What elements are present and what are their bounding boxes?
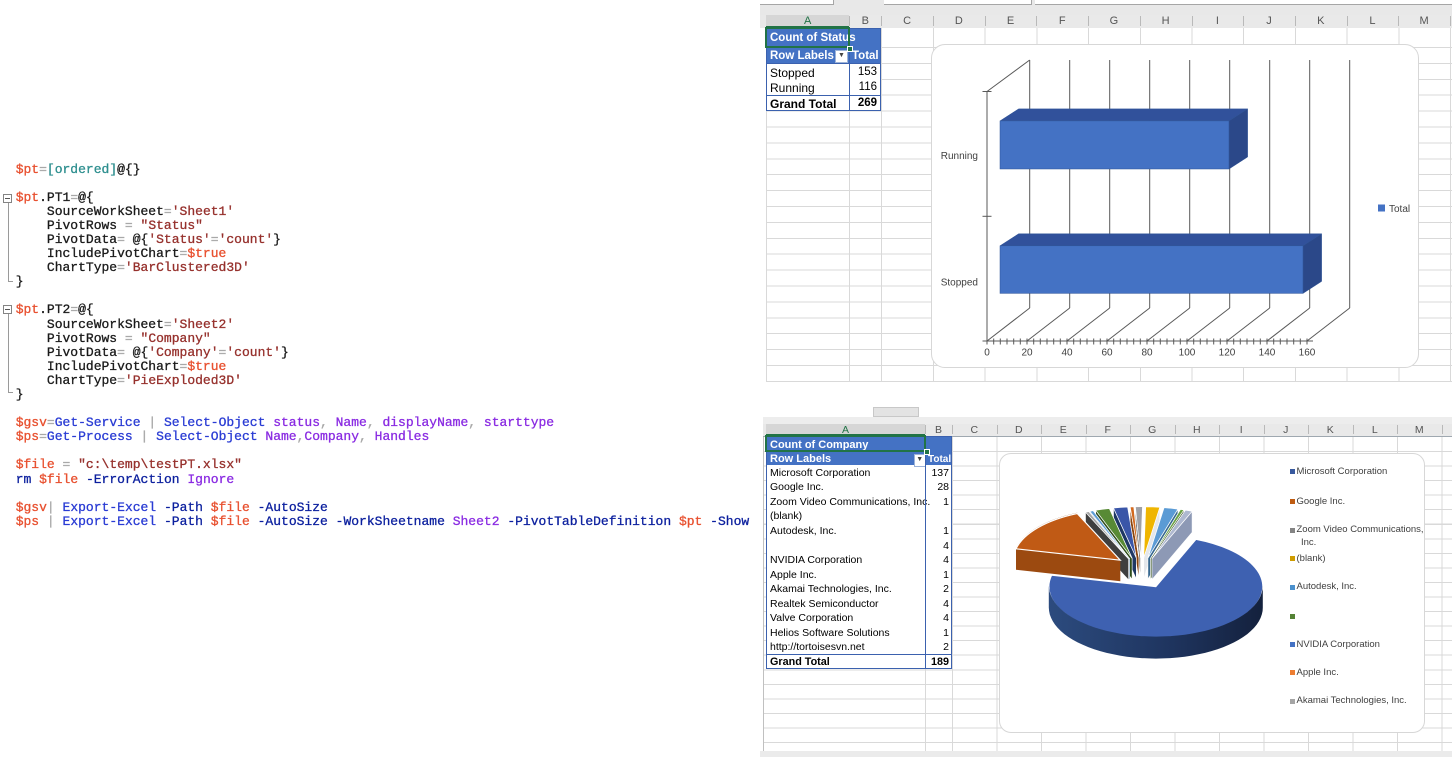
svg-text:20: 20: [1021, 348, 1033, 359]
svg-text:80: 80: [1141, 348, 1153, 359]
svg-text:0: 0: [984, 348, 990, 359]
svg-text:100: 100: [1179, 348, 1196, 359]
svg-text:40: 40: [1061, 348, 1073, 359]
svg-text:Running: Running: [941, 151, 978, 162]
svg-text:Stopped: Stopped: [941, 278, 978, 289]
svg-text:140: 140: [1259, 348, 1276, 359]
svg-text:120: 120: [1219, 348, 1236, 359]
svg-text:160: 160: [1299, 348, 1316, 359]
svg-text:60: 60: [1101, 348, 1113, 359]
svg-text:Total: Total: [1389, 204, 1410, 215]
